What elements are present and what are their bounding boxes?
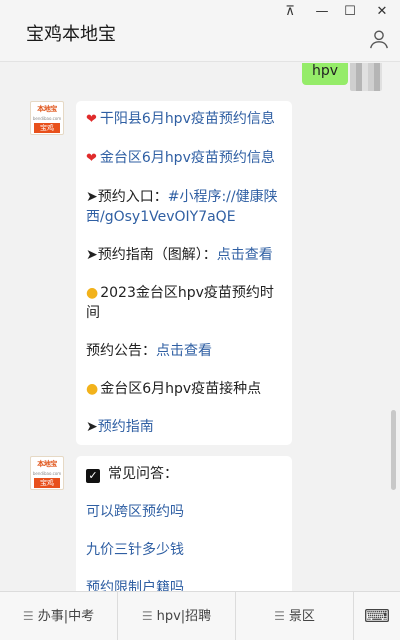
brand-logo-domain: bendibao.com bbox=[32, 116, 62, 121]
maximize-button[interactable]: ☐ bbox=[340, 4, 360, 19]
guide-view-link[interactable]: 点击查看 bbox=[217, 247, 273, 263]
keyboard-icon[interactable]: ⌨ bbox=[354, 592, 400, 640]
brand-avatar[interactable]: 本地宝 bendibao.com 宝鸡 bbox=[30, 456, 64, 490]
bottom-menu: ☰ 办事|中考 ☰ hpv|招聘 ☰ 景区 ⌨ bbox=[0, 591, 400, 640]
message-line: ● 金台区6月hpv疫苗接种点 bbox=[86, 379, 282, 399]
sun-icon: ● bbox=[86, 381, 99, 397]
arrow-icon: ➤ bbox=[86, 419, 98, 435]
message-line: ● 2023金台区hpv疫苗预约时间 bbox=[86, 283, 282, 323]
app-title: 宝鸡本地宝 bbox=[26, 24, 116, 45]
message-line: ✓ 常见问答： bbox=[86, 464, 282, 484]
message-line[interactable]: ❤ 干阳县6月hpv疫苗预约信息 bbox=[86, 109, 282, 130]
message-line: 预约公告：点击查看 bbox=[86, 341, 282, 361]
brand-logo-domain: bendibao.com bbox=[32, 471, 62, 476]
menu-icon: ☰ bbox=[22, 609, 34, 623]
pin-icon[interactable]: ⊼ bbox=[280, 4, 300, 19]
faq-link-price[interactable]: 九价三针多少钱 bbox=[86, 542, 184, 558]
menu-item-label: 办事|中考 bbox=[37, 609, 95, 624]
brand-logo-city: 宝鸡 bbox=[34, 478, 60, 488]
guide-link[interactable]: 预约指南 bbox=[98, 419, 154, 435]
checkbox-icon: ✓ bbox=[86, 469, 100, 483]
message-line: 九价三针多少钱 bbox=[86, 540, 282, 560]
message-line: ➤预约入口：#小程序://健康陕西/gOsy1VevOIY7aQE bbox=[86, 187, 282, 227]
faq-title: 常见问答： bbox=[108, 466, 178, 482]
menu-item-services[interactable]: ☰ 办事|中考 bbox=[0, 592, 118, 640]
menu-item-label: 景区 bbox=[288, 609, 315, 624]
message-bubble: ✓ 常见问答： 可以跨区预约吗 九价三针多少钱 预约限制户籍吗 bbox=[76, 456, 292, 591]
menu-item-scenic[interactable]: ☰ 景区 bbox=[236, 592, 354, 640]
menu-item-hpv[interactable]: ☰ hpv|招聘 bbox=[118, 592, 236, 640]
brand-avatar[interactable]: 本地宝 bendibao.com 宝鸡 bbox=[30, 101, 64, 135]
title-bar: 宝鸡本地宝 ⊼ — ☐ ✕ bbox=[0, 0, 400, 62]
scrollbar[interactable] bbox=[391, 410, 396, 490]
menu-icon: ☰ bbox=[141, 609, 153, 623]
message-line: 可以跨区预约吗 bbox=[86, 502, 282, 522]
brand-logo-city: 宝鸡 bbox=[34, 123, 60, 133]
message-line[interactable]: ❤ 金台区6月hpv疫苗预约信息 bbox=[86, 148, 282, 169]
profile-icon[interactable] bbox=[368, 28, 390, 50]
message-line: 预约限制户籍吗 bbox=[86, 578, 282, 591]
heart-icon: ❤ bbox=[86, 112, 97, 127]
notice-label: 预约公告： bbox=[86, 343, 156, 359]
self-avatar bbox=[350, 63, 382, 91]
chat-area[interactable]: hpv 本地宝 bendibao.com 宝鸡 ❤ 干阳县6月hpv疫苗预约信息 … bbox=[0, 63, 400, 591]
message-line: ➤预约指南 bbox=[86, 417, 282, 437]
menu-icon: ☰ bbox=[274, 609, 285, 623]
minimize-button[interactable]: — bbox=[312, 4, 332, 19]
hpv-info-link-qianyang[interactable]: 干阳县6月hpv疫苗预约信息 bbox=[100, 111, 275, 127]
time-title: 2023金台区hpv疫苗预约时间 bbox=[86, 285, 274, 321]
entry-label: ➤预约入口： bbox=[86, 189, 168, 205]
message-bubble: ❤ 干阳县6月hpv疫苗预约信息 ❤ 金台区6月hpv疫苗预约信息 ➤预约入口：#小… bbox=[76, 101, 292, 445]
menu-item-label: hpv|招聘 bbox=[156, 609, 212, 624]
hpv-info-link-jintai[interactable]: 金台区6月hpv疫苗预约信息 bbox=[100, 150, 275, 166]
sites-title: 金台区6月hpv疫苗接种点 bbox=[100, 381, 262, 397]
brand-logo-top: 本地宝 bbox=[37, 105, 57, 113]
faq-link-household[interactable]: 预约限制户籍吗 bbox=[86, 580, 184, 591]
heart-icon: ❤ bbox=[86, 151, 97, 166]
sun-icon: ● bbox=[86, 285, 99, 301]
outgoing-message: hpv bbox=[301, 63, 348, 85]
notice-view-link[interactable]: 点击查看 bbox=[156, 343, 212, 359]
close-button[interactable]: ✕ bbox=[372, 4, 392, 19]
message-line: ➤预约指南（图解）：点击查看 bbox=[86, 245, 282, 265]
guide-label: ➤预约指南（图解）： bbox=[86, 247, 217, 263]
brand-logo-top: 本地宝 bbox=[37, 460, 57, 468]
faq-link-cross-district[interactable]: 可以跨区预约吗 bbox=[86, 504, 184, 520]
